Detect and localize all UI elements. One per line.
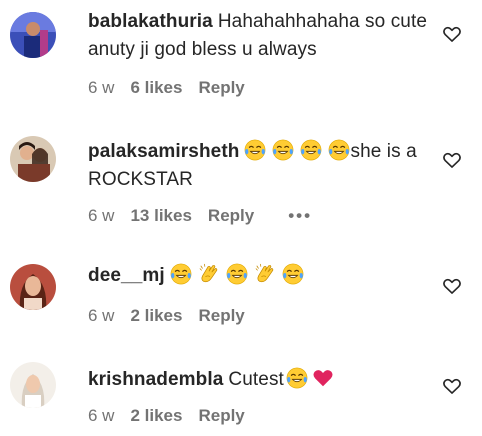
comment-body: Cutest — [228, 369, 284, 390]
reply-button[interactable]: Reply — [208, 206, 254, 226]
comment-age: 6 w — [88, 406, 115, 425]
like-heart-icon[interactable] — [442, 24, 462, 44]
comment-text: dee__mj — [88, 262, 428, 290]
comment-username[interactable]: krishnadembla — [88, 369, 223, 390]
laughing-tears-emoji — [300, 139, 322, 161]
comment-meta: 6 w 13 likes Reply ••• — [88, 206, 328, 226]
clapping-hands-emoji — [254, 263, 276, 285]
avatar-photo-icon — [10, 362, 56, 408]
laughing-tears-emoji — [282, 263, 304, 285]
likes-count[interactable]: 13 likes — [130, 206, 191, 226]
avatar-photo-icon — [10, 12, 56, 58]
reply-button[interactable]: Reply — [198, 78, 244, 98]
likes-count[interactable]: 2 likes — [130, 306, 182, 326]
red-heart-emoji — [312, 367, 334, 389]
laughing-tears-emoji — [328, 139, 350, 161]
comment-meta: 6 w 6 likes Reply — [88, 78, 261, 98]
more-options-icon[interactable]: ••• — [288, 206, 312, 226]
laughing-tears-emoji — [272, 139, 294, 161]
avatar-photo-icon — [10, 264, 56, 310]
comment-age: 6 w — [88, 206, 115, 225]
comment-meta: 6 w 2 likes Reply — [88, 306, 261, 326]
laughing-tears-emoji — [286, 367, 308, 389]
like-heart-icon[interactable] — [442, 150, 462, 170]
avatar[interactable] — [10, 264, 56, 310]
comment-text: bablakathuria Hahahahhahaha so cute anuty… — [88, 8, 428, 64]
likes-count[interactable]: 6 likes — [130, 78, 182, 98]
laughing-tears-emoji — [170, 263, 192, 285]
avatar[interactable] — [10, 362, 56, 408]
comment-text: krishnadembla Cutest — [88, 366, 428, 394]
clapping-hands-emoji — [198, 263, 220, 285]
laughing-tears-emoji — [244, 139, 266, 161]
comment-text: palaksamirsheth she is a ROCKSTAR — [88, 138, 428, 194]
laughing-tears-emoji — [226, 263, 248, 285]
comment-username[interactable]: dee__mj — [88, 265, 165, 286]
avatar-photo-icon — [10, 136, 56, 182]
comment-username[interactable]: palaksamirsheth — [88, 141, 239, 162]
comment-username[interactable]: bablakathuria — [88, 11, 213, 32]
comment-meta: 6 w 2 likes Reply — [88, 406, 261, 426]
comment-age: 6 w — [88, 78, 115, 97]
comment-age: 6 w — [88, 306, 115, 325]
like-heart-icon[interactable] — [442, 276, 462, 296]
reply-button[interactable]: Reply — [198, 406, 244, 426]
likes-count[interactable]: 2 likes — [130, 406, 182, 426]
avatar[interactable] — [10, 12, 56, 58]
avatar[interactable] — [10, 136, 56, 182]
like-heart-icon[interactable] — [442, 376, 462, 396]
reply-button[interactable]: Reply — [198, 306, 244, 326]
